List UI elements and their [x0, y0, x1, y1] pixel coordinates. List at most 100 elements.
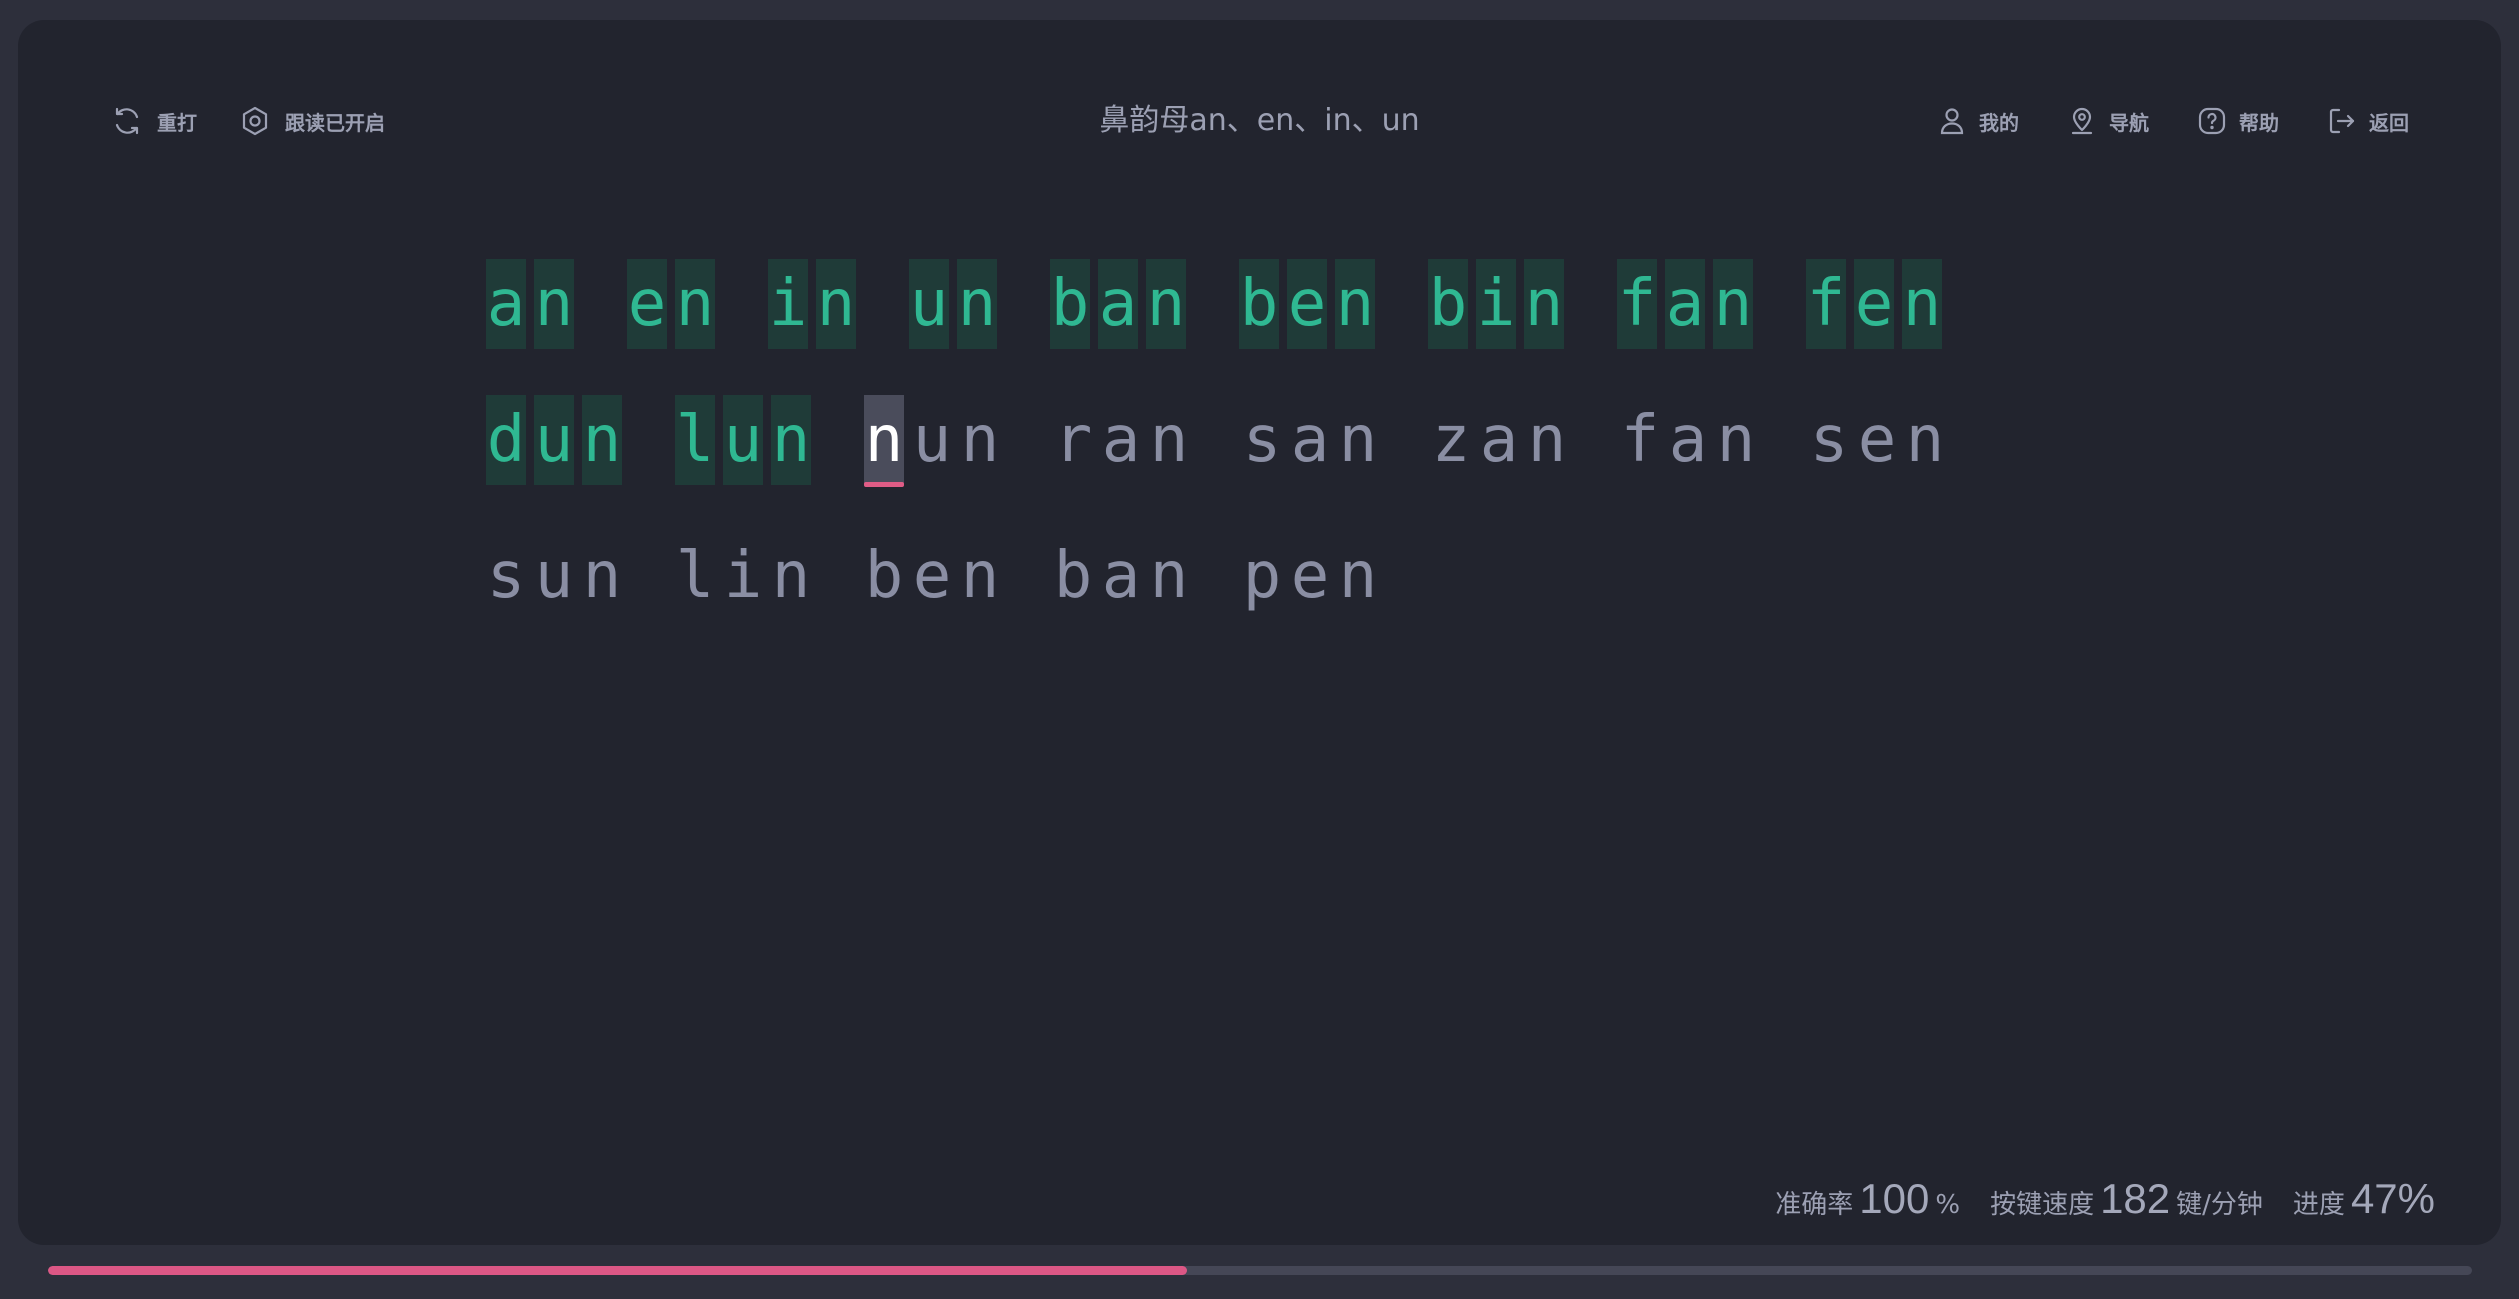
typing-char: l	[675, 539, 715, 613]
typing-word: fen	[1806, 259, 1950, 349]
typing-word: ben	[1239, 259, 1383, 349]
progress-fill	[48, 1266, 1188, 1275]
speed-unit: 键/分钟	[2176, 1190, 2263, 1220]
typing-char: n	[534, 259, 574, 349]
progress-stat: 进度 47%	[2293, 1175, 2435, 1223]
typing-char: a	[1101, 539, 1141, 613]
follow-read-label: 跟读已开启	[285, 110, 385, 135]
typing-char: n	[816, 259, 856, 349]
typing-char: n	[1716, 403, 1756, 477]
typing-word: sun	[486, 531, 630, 621]
typing-char: n	[675, 259, 715, 349]
typing-char: z	[1431, 403, 1471, 477]
typing-char: e	[1854, 259, 1894, 349]
typing-char: u	[723, 395, 763, 485]
typing-char: n	[1149, 539, 1189, 613]
typing-word: lin	[675, 531, 819, 621]
typing-char: e	[1290, 539, 1330, 613]
typing-word: en	[627, 259, 723, 349]
typing-char: n	[582, 539, 622, 613]
typing-word: in	[768, 259, 864, 349]
typing-char: e	[912, 539, 952, 613]
refresh-icon	[115, 107, 139, 135]
progress-value: 47%	[2350, 1175, 2435, 1222]
logout-icon	[2329, 108, 2355, 134]
typing-word: lun	[675, 395, 819, 485]
typing-word: ben	[864, 531, 1008, 621]
typing-char: b	[1428, 259, 1468, 349]
left-toolbar: 重打 跟读已开启	[111, 20, 385, 222]
restart-label: 重打	[157, 110, 197, 135]
typing-word: ran	[1053, 395, 1197, 485]
help-button[interactable]: 帮助	[2197, 106, 2279, 136]
typing-char: i	[723, 539, 763, 613]
typing-char: a	[1098, 259, 1138, 349]
typing-char: f	[1617, 259, 1657, 349]
restart-button[interactable]: 重打	[111, 105, 197, 137]
user-icon	[1940, 108, 1964, 135]
back-label: 返回	[2369, 110, 2409, 135]
typing-char: n	[582, 395, 622, 485]
typing-char: u	[909, 259, 949, 349]
practice-card: 重打 跟读已开启 鼻韵母an、en、in、un 我的 导航 帮助 返回 a n …	[18, 20, 2501, 1245]
speed-label: 按键速度	[1990, 1190, 2095, 1220]
typing-char: a	[1665, 259, 1705, 349]
typing-char: b	[1239, 259, 1279, 349]
typing-char: n	[1713, 259, 1753, 349]
accuracy-stat: 准确率 100 %	[1775, 1175, 1960, 1223]
typing-char: u	[912, 403, 952, 477]
typing-char: r	[1053, 403, 1093, 477]
typing-char: n	[1902, 259, 1942, 349]
typing-word: nun	[864, 395, 1008, 487]
progress-bar	[48, 1266, 2472, 1275]
typing-char: n	[771, 395, 811, 485]
typing-word: zan	[1431, 395, 1575, 485]
typing-line: dunlunnunransanzanfansen	[486, 372, 1986, 508]
typing-char: n	[1149, 403, 1189, 477]
typing-char: a	[1479, 403, 1519, 477]
typing-char: p	[1242, 539, 1282, 613]
typing-cursor-char: n	[864, 395, 904, 487]
typing-word: fan	[1617, 259, 1761, 349]
typing-word: an	[486, 259, 582, 349]
typing-char: u	[534, 539, 574, 613]
profile-label: 我的	[1979, 110, 2019, 135]
typing-char: i	[768, 259, 808, 349]
typing-word: ban	[1050, 259, 1194, 349]
typing-word: sen	[1809, 395, 1953, 485]
typing-area[interactable]: aneninunbanbenbinfanfendunlunnunransanza…	[486, 236, 1986, 644]
typing-char: n	[771, 539, 811, 613]
navigation-label: 导航	[2109, 110, 2149, 135]
typing-char: s	[486, 539, 526, 613]
profile-button[interactable]: 我的	[1937, 106, 2019, 136]
typing-word: un	[909, 259, 1005, 349]
typing-word: fan	[1620, 395, 1764, 485]
back-button[interactable]: 返回	[2327, 106, 2409, 136]
accuracy-unit: %	[1935, 1190, 1961, 1220]
stats-bar: 准确率 100 % 按键速度 182 键/分钟 进度 47%	[1775, 1175, 2435, 1223]
typing-char: n	[960, 539, 1000, 613]
typing-char: n	[1335, 259, 1375, 349]
typing-char: b	[1050, 259, 1090, 349]
progress-label: 进度	[2292, 1190, 2345, 1220]
speed-value: 182	[2100, 1175, 2171, 1222]
typing-word: dun	[486, 395, 630, 485]
typing-char: n	[1338, 539, 1378, 613]
navigation-button[interactable]: 导航	[2067, 106, 2149, 136]
typing-line: aneninunbanbenbinfanfen	[486, 236, 1986, 372]
typing-char: u	[534, 395, 574, 485]
typing-char: s	[1809, 403, 1849, 477]
typing-char: e	[1857, 403, 1897, 477]
speed-stat: 按键速度 182 键/分钟	[1990, 1175, 2263, 1223]
help-label: 帮助	[2239, 110, 2279, 135]
settings-hex-icon	[242, 106, 268, 136]
accuracy-value: 100	[1859, 1175, 1930, 1222]
typing-char: n	[1524, 259, 1564, 349]
typing-char: b	[1053, 539, 1093, 613]
location-pin-icon	[2071, 107, 2093, 135]
typing-char: n	[1338, 403, 1378, 477]
typing-char: b	[864, 539, 904, 613]
typing-char: a	[1290, 403, 1330, 477]
typing-char: n	[960, 403, 1000, 477]
follow-read-toggle[interactable]: 跟读已开启	[239, 105, 385, 137]
